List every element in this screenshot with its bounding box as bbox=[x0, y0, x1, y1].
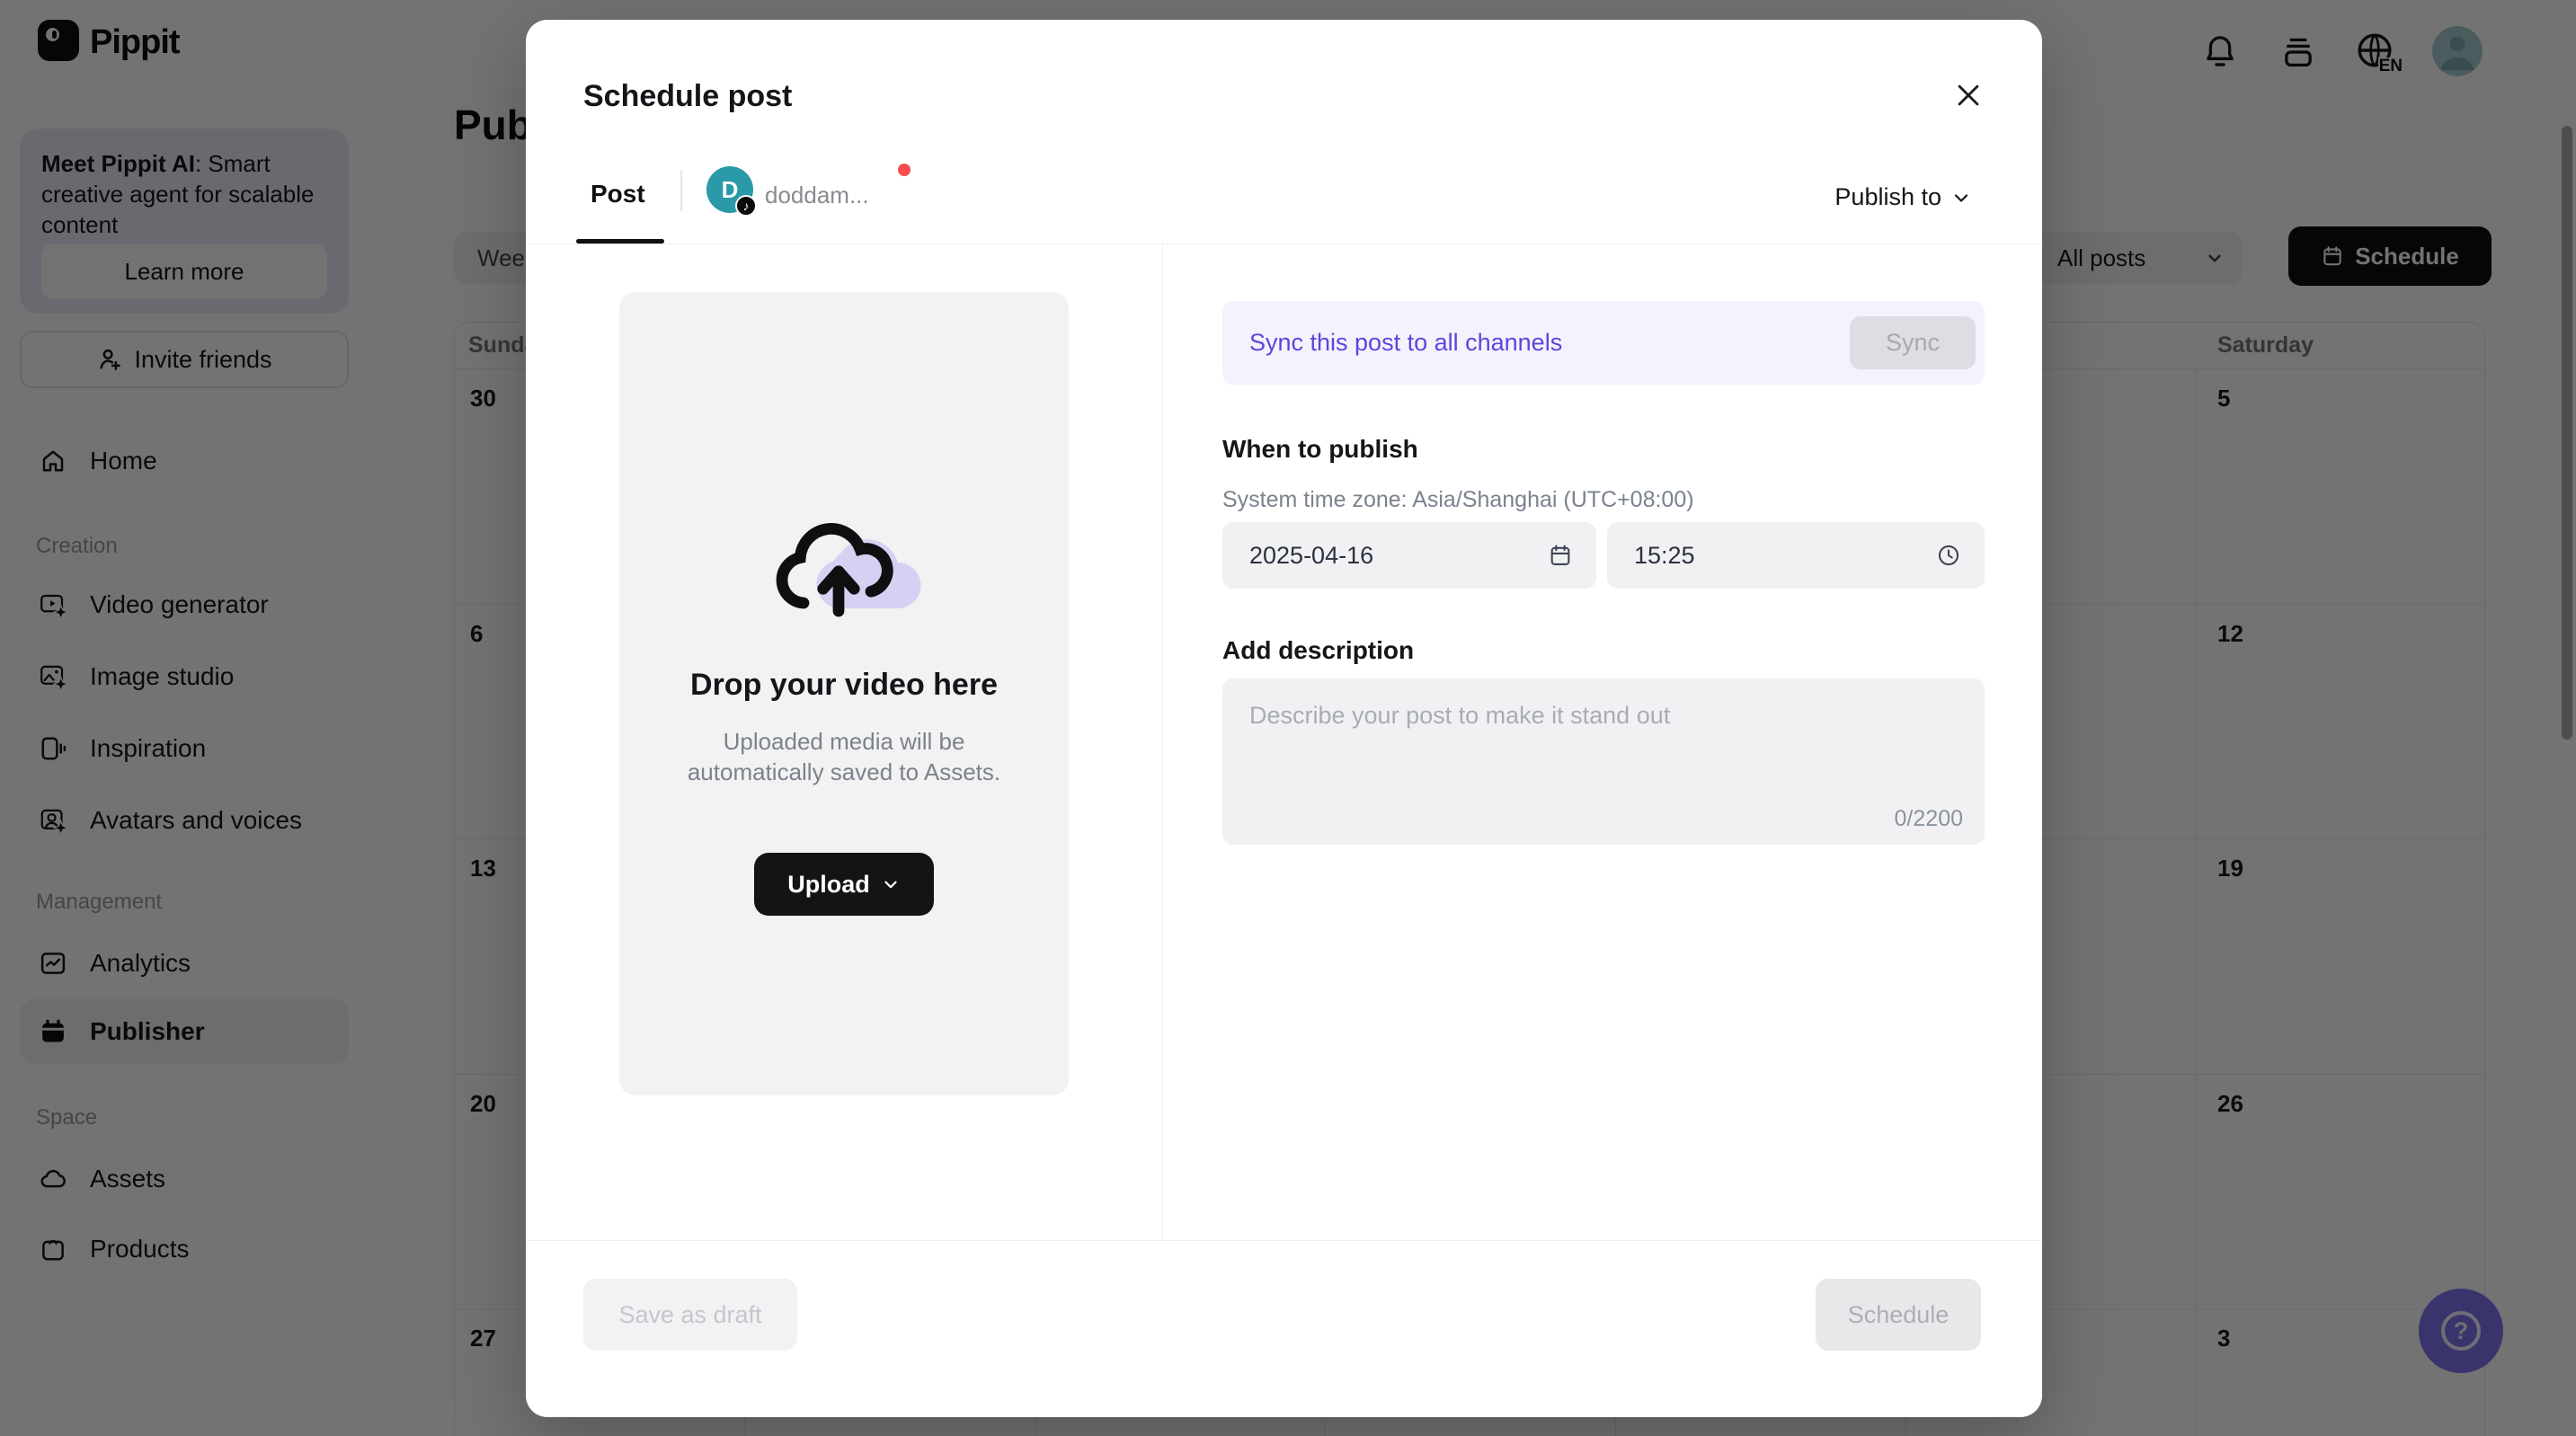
time-input[interactable]: 15:25 bbox=[1607, 522, 1985, 589]
tab-post[interactable]: Post bbox=[591, 180, 645, 208]
save-as-draft-button[interactable]: Save as draft bbox=[583, 1279, 797, 1351]
description-box: 0/2200 bbox=[1222, 678, 1985, 845]
cloud-upload-icon bbox=[763, 501, 925, 635]
chevron-down-icon bbox=[1954, 193, 1968, 202]
modal-title: Schedule post bbox=[583, 79, 793, 113]
schedule-post-modal: Schedule post Post D ♪ doddam... Publish… bbox=[526, 20, 2042, 1417]
schedule-submit-button[interactable]: Schedule bbox=[1816, 1279, 1981, 1351]
account-alert-dot bbox=[898, 164, 910, 176]
description-textarea[interactable] bbox=[1222, 678, 1985, 804]
date-input[interactable]: 2025-04-16 bbox=[1222, 522, 1596, 589]
tab-account-divider bbox=[680, 170, 682, 211]
publish-to-dropdown[interactable]: Publish to bbox=[1834, 183, 1972, 211]
add-description-label: Add description bbox=[1222, 636, 1415, 664]
calendar-icon bbox=[1550, 545, 1570, 565]
char-counter: 0/2200 bbox=[1894, 806, 1963, 831]
chevron-down-icon bbox=[884, 881, 897, 889]
dropzone-subtext: Uploaded media will be automatically sav… bbox=[687, 728, 1001, 785]
video-dropzone[interactable]: Drop your video here Uploaded media will… bbox=[619, 292, 1069, 1095]
close-icon[interactable] bbox=[1950, 77, 1986, 113]
when-to-publish-label: When to publish bbox=[1222, 435, 1418, 463]
dropzone-heading: Drop your video here bbox=[690, 668, 998, 702]
sync-button[interactable]: Sync bbox=[1850, 316, 1976, 369]
modal-pane-divider bbox=[1162, 244, 1163, 1240]
account-name[interactable]: doddam... bbox=[765, 182, 869, 209]
tiktok-badge-icon: ♪ bbox=[735, 195, 757, 217]
footer-divider bbox=[526, 1240, 2042, 1241]
timezone-note: System time zone: Asia/Shanghai (UTC+08:… bbox=[1222, 487, 1694, 512]
upload-button[interactable]: Upload bbox=[754, 853, 934, 916]
sync-banner-text: Sync this post to all channels bbox=[1249, 329, 1563, 356]
clock-icon bbox=[1938, 545, 1959, 566]
sync-banner: Sync this post to all channels Sync bbox=[1222, 301, 1985, 385]
